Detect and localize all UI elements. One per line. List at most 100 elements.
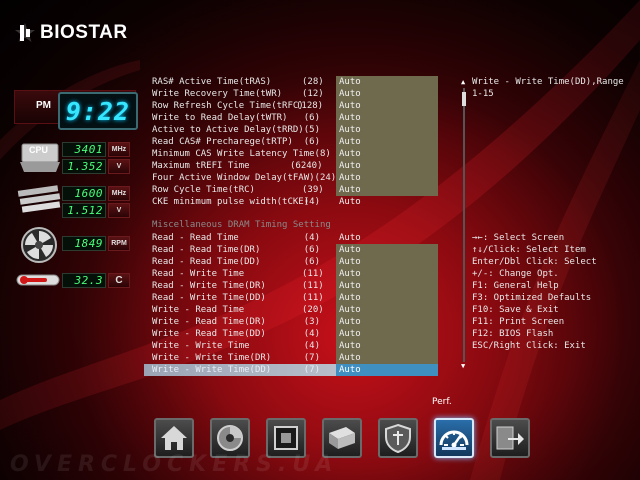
scroll-thumb[interactable] <box>462 92 466 106</box>
timing-row[interactable]: Write - Write Time(DR) (7) Auto <box>152 352 452 364</box>
disc-icon <box>217 425 243 451</box>
ampm-label: PM <box>36 100 51 111</box>
timing-label: Read - Read Time(DD) <box>152 257 261 267</box>
cpu-freq-display: 3401 <box>62 142 106 157</box>
timing-row[interactable]: Read CAS# Precharege(tRTP) (6) Auto <box>152 136 452 148</box>
timing-setting[interactable]: Auto <box>336 100 438 112</box>
scroll-track[interactable] <box>463 88 465 362</box>
timing-setting[interactable]: Auto <box>336 148 438 160</box>
timing-current: (6240) <box>290 161 323 171</box>
timing-label: Active to Active Delay(tRRD) <box>152 125 304 135</box>
timing-setting[interactable]: Auto <box>336 340 438 352</box>
timing-setting[interactable]: Auto <box>336 160 438 172</box>
timing-label: Minimum CAS Write Latency Time(8) <box>152 149 331 159</box>
timing-setting[interactable]: Auto <box>336 244 438 256</box>
clock-display: 9:22 <box>58 92 138 130</box>
timing-setting[interactable]: Auto <box>336 196 438 208</box>
timing-setting[interactable]: Auto <box>336 304 438 316</box>
timing-setting[interactable]: Auto <box>336 256 438 268</box>
timing-current: (6) <box>303 257 320 267</box>
timing-row[interactable]: RAS# Active Time(tRAS) (28) Auto <box>152 76 452 88</box>
timing-setting[interactable]: Auto <box>336 136 438 148</box>
timing-row[interactable]: Write - Write Time (4) Auto <box>152 340 452 352</box>
timing-row[interactable]: Write to Read Delay(tWTR) (6) Auto <box>152 112 452 124</box>
timing-row[interactable]: Read - Read Time (4) Auto <box>152 232 452 244</box>
fan-icon <box>21 227 57 263</box>
nav-security-button[interactable] <box>378 418 418 458</box>
timing-label: Write - Read Time(DR) <box>152 317 266 327</box>
timing-row[interactable]: Write - Read Time (20) Auto <box>152 304 452 316</box>
timing-row[interactable]: Read - Read Time(DD) (6) Auto <box>152 256 452 268</box>
mem-volt-value: 1.512 <box>67 204 103 217</box>
timing-setting[interactable]: Auto <box>336 112 438 124</box>
help-text: Write - Write Time(DD),Range <box>472 77 624 87</box>
home-icon <box>161 426 187 450</box>
timing-current: (5) <box>303 125 320 135</box>
fan-rpm-display: 1849 <box>62 236 106 251</box>
timing-setting[interactable]: Auto <box>336 184 438 196</box>
mem-volt-display: 1.512 <box>62 203 106 218</box>
biostar-star-icon <box>15 23 35 42</box>
timing-current: (4) <box>303 341 320 351</box>
timing-current: (6) <box>303 113 320 123</box>
nav-performance-button[interactable] <box>434 418 474 458</box>
timing-row[interactable]: Read - Write Time(DR) (11) Auto <box>152 280 452 292</box>
timing-label: Write - Write Time <box>152 341 250 351</box>
timing-setting[interactable]: Auto <box>336 76 438 88</box>
timing-current: (11) <box>302 293 324 303</box>
key-legend: →←: Select Screen ↑↓/Click: Select Item … <box>472 232 640 352</box>
temp-value: 32.3 <box>74 274 103 287</box>
timing-current: (28) <box>302 77 324 87</box>
timing-current: (11) <box>302 269 324 279</box>
cpu-volt-unit: V <box>108 159 130 174</box>
timing-row[interactable]: Row Refresh Cycle Time(tRFC) (128) Auto <box>152 100 452 112</box>
timing-label: Read - Write Time(DD) <box>152 293 266 303</box>
timing-label: Row Cycle Time(tRC) <box>152 185 255 195</box>
scrollbar[interactable]: ▲ ▼ <box>461 78 467 372</box>
timing-label: Maximum tREFI Time <box>152 161 250 171</box>
timing-setting[interactable]: Auto <box>336 328 438 340</box>
background-wordmark: OVERCLOCKERS.UA <box>10 452 339 477</box>
timing-row[interactable]: Read - Read Time(DR) (6) Auto <box>152 244 452 256</box>
timing-setting[interactable]: Auto <box>336 364 438 376</box>
timing-label: Read - Write Time(DR) <box>152 281 266 291</box>
timing-setting[interactable]: Auto <box>336 232 438 244</box>
timing-setting[interactable]: Auto <box>336 316 438 328</box>
timing-row[interactable]: Write - Read Time(DR) (3) Auto <box>152 316 452 328</box>
key-hint: Enter/Dbl Click: Select <box>472 257 597 267</box>
nav-exit-button[interactable] <box>490 418 530 458</box>
timing-row[interactable]: Row Cycle Time(tRC) (39) Auto <box>152 184 452 196</box>
timing-setting[interactable]: Auto <box>336 280 438 292</box>
timing-setting[interactable]: Auto <box>336 292 438 304</box>
timing-label: Write to Read Delay(tWTR) <box>152 113 288 123</box>
timing-row[interactable]: Read - Write Time(DD) (11) Auto <box>152 292 452 304</box>
timing-row[interactable]: Read - Write Time (11) Auto <box>152 268 452 280</box>
timing-row-selected[interactable]: Write - Write Time(DD) (7) Auto <box>144 364 438 376</box>
memory-icon <box>17 185 61 213</box>
timing-setting[interactable]: Auto <box>336 352 438 364</box>
timing-row[interactable]: CKE minimum pulse width(tCKE) (4) Auto <box>152 196 452 208</box>
timing-row[interactable]: Four Active Window Delay(tFAW)(24) Auto <box>152 172 452 184</box>
exit-icon <box>496 426 524 450</box>
timing-current: (3) <box>303 317 320 327</box>
timing-label: Write - Read Time(DD) <box>152 329 266 339</box>
timing-setting[interactable]: Auto <box>336 172 438 184</box>
timing-row[interactable]: Minimum CAS Write Latency Time(8) Auto <box>152 148 452 160</box>
timing-current: (7) <box>303 353 320 363</box>
timing-setting[interactable]: Auto <box>336 124 438 136</box>
timing-current: (7) <box>303 365 320 375</box>
scroll-down-icon[interactable]: ▼ <box>461 362 465 370</box>
brand-logo: BIOSTAR <box>14 20 128 46</box>
timing-row[interactable]: Maximum tREFI Time (6240) Auto <box>152 160 452 172</box>
fan-rpm-unit: RPM <box>108 236 130 251</box>
timing-setting[interactable]: Auto <box>336 268 438 280</box>
timing-label: Read CAS# Precharege(tRTP) <box>152 137 293 147</box>
timing-row[interactable]: Active to Active Delay(tRRD) (5) Auto <box>152 124 452 136</box>
scroll-up-icon[interactable]: ▲ <box>461 78 465 86</box>
key-hint: F1: General Help <box>472 281 559 291</box>
cpu-freq-value: 3401 <box>74 143 103 156</box>
section-title: Miscellaneous DRAM Timing Setting <box>152 220 331 230</box>
timing-row[interactable]: Write - Read Time(DD) (4) Auto <box>152 328 452 340</box>
timing-setting[interactable]: Auto <box>336 88 438 100</box>
timing-row[interactable]: Write Recovery Time(tWR) (12) Auto <box>152 88 452 100</box>
